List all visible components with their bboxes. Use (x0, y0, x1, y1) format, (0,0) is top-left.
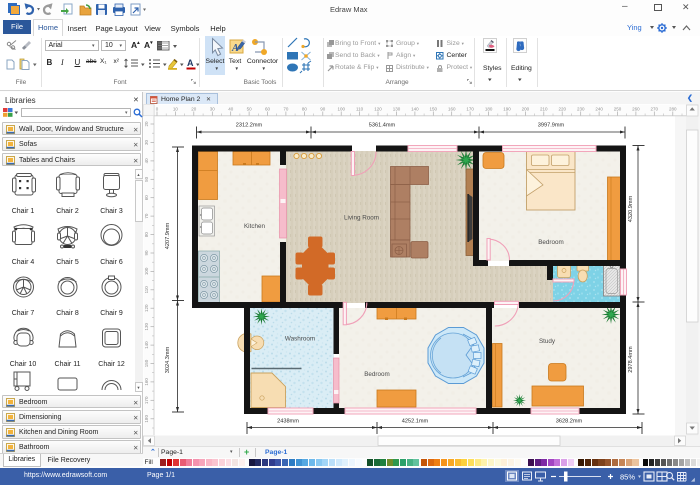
svg-text:110: 110 (144, 286, 149, 294)
svg-text:260: 260 (632, 107, 640, 112)
svg-text:120: 120 (144, 304, 149, 312)
svg-text:120: 120 (374, 107, 382, 112)
svg-text:4207.9mm: 4207.9mm (165, 222, 171, 249)
svg-text:70: 70 (283, 107, 289, 112)
svg-text:2978.4mm: 2978.4mm (628, 346, 634, 373)
svg-text:30: 30 (144, 140, 149, 146)
svg-text:90: 90 (144, 250, 149, 256)
svg-text:110: 110 (356, 107, 364, 112)
svg-text:80: 80 (302, 107, 308, 112)
svg-text:3024.3mm: 3024.3mm (165, 346, 171, 373)
svg-text:150: 150 (144, 359, 149, 367)
svg-text:240: 240 (595, 107, 603, 112)
svg-text:Editing: Editing (511, 65, 532, 72)
svg-text:3997.9mm: 3997.9mm (538, 123, 565, 129)
svg-text:Bedroom: Bedroom (364, 371, 390, 378)
svg-text:130: 130 (144, 322, 149, 330)
svg-text:160: 160 (448, 107, 456, 112)
svg-text:Styles: Styles (483, 65, 502, 72)
svg-text:170: 170 (144, 396, 149, 404)
svg-text:130: 130 (393, 107, 401, 112)
svg-text:70: 70 (144, 213, 149, 219)
svg-text:190: 190 (503, 107, 511, 112)
svg-text:180: 180 (485, 107, 493, 112)
svg-text:50: 50 (144, 176, 149, 182)
svg-text:160: 160 (144, 378, 149, 386)
svg-text:100: 100 (337, 107, 345, 112)
svg-text:40: 40 (144, 158, 149, 164)
svg-text:270: 270 (651, 107, 659, 112)
svg-text:4252.1mm: 4252.1mm (402, 419, 429, 425)
svg-text:4320.9mm: 4320.9mm (628, 195, 634, 222)
svg-text:230: 230 (577, 107, 585, 112)
svg-text:180: 180 (144, 415, 149, 423)
svg-text:60: 60 (144, 195, 149, 201)
svg-text:Study: Study (539, 338, 556, 345)
svg-text:Living Room: Living Room (344, 215, 379, 222)
svg-text:3628.2mm: 3628.2mm (556, 419, 583, 425)
svg-text:Kitchen: Kitchen (244, 223, 266, 230)
svg-text:90: 90 (320, 107, 326, 112)
svg-text:20: 20 (191, 107, 197, 112)
svg-text:A: A (187, 58, 194, 68)
svg-text:170: 170 (466, 107, 474, 112)
svg-text:10: 10 (173, 107, 179, 112)
svg-text:150: 150 (430, 107, 438, 112)
svg-text:280: 280 (669, 107, 677, 112)
svg-text:Bedroom: Bedroom (538, 239, 564, 246)
svg-text:210: 210 (540, 107, 548, 112)
svg-text:2438mm: 2438mm (277, 419, 299, 425)
svg-text:20: 20 (144, 121, 149, 127)
svg-text:200: 200 (522, 107, 530, 112)
svg-text:2312.2mm: 2312.2mm (236, 123, 263, 129)
svg-text:250: 250 (614, 107, 622, 112)
svg-text:Washroom: Washroom (285, 336, 315, 343)
svg-text:220: 220 (558, 107, 566, 112)
svg-text:30: 30 (210, 107, 216, 112)
svg-text:5361.4mm: 5361.4mm (369, 123, 396, 129)
svg-text:85%: 85% (620, 472, 635, 481)
svg-text:40: 40 (228, 107, 234, 112)
svg-text:140: 140 (411, 107, 419, 112)
svg-text:80: 80 (144, 232, 149, 238)
svg-text:140: 140 (144, 341, 149, 349)
svg-text:60: 60 (265, 107, 271, 112)
svg-text:100: 100 (144, 267, 149, 275)
svg-text:50: 50 (247, 107, 253, 112)
